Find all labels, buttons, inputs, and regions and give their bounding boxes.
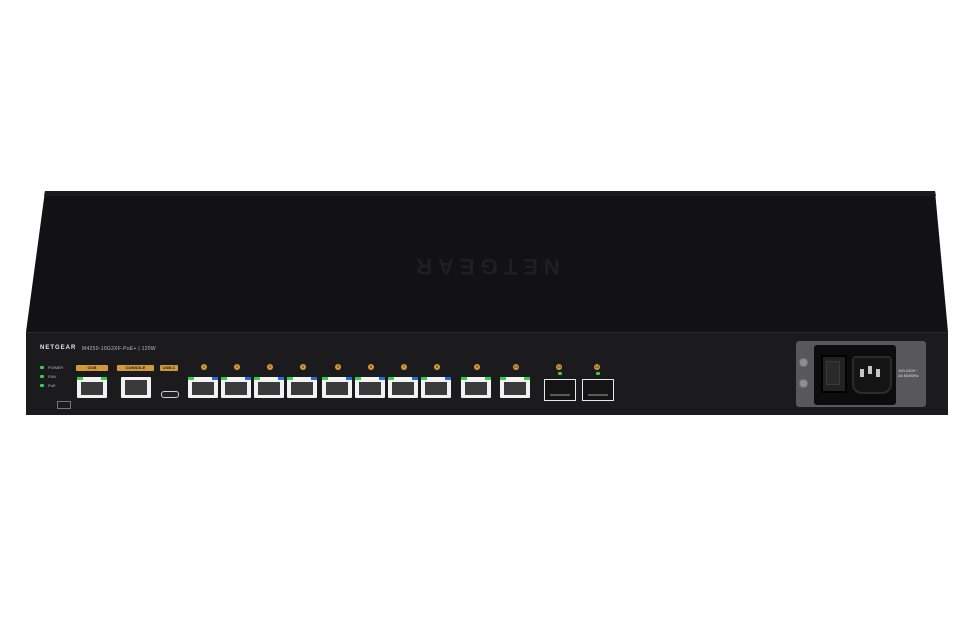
usb-c-port[interactable] <box>161 391 179 398</box>
ethernet-port-2[interactable] <box>221 377 251 398</box>
port-number-2: 2 <box>234 364 240 370</box>
usb-tag: USB-C <box>160 365 178 371</box>
oob-port[interactable] <box>77 377 107 398</box>
power-led <box>40 366 44 369</box>
port-number-3: 3 <box>267 364 273 370</box>
power-rating-label: 100-240V~ 2A 50/60Hz <box>898 368 919 378</box>
fan-led-label: FAN <box>48 374 56 379</box>
switch-top-panel: NETGEAR <box>26 191 948 335</box>
port-number-5: 5 <box>335 364 341 370</box>
ethernet-port-3[interactable] <box>254 377 284 398</box>
fan-led <box>40 375 44 378</box>
sfp-port-11[interactable] <box>544 372 576 401</box>
model-label: M4250-10G2XF-PoE+ | 125W <box>82 346 156 352</box>
port-number-7: 7 <box>401 364 407 370</box>
brand-logo: NETGEAR <box>40 345 77 351</box>
port-number-11: 11 <box>556 364 562 370</box>
port-number-6: 6 <box>368 364 374 370</box>
port-number-10: 10 <box>513 364 519 370</box>
top-embossed-logo: NETGEAR <box>410 254 560 279</box>
iec-power-inlet[interactable] <box>852 356 892 394</box>
screw-icon <box>799 358 808 367</box>
port-number-8: 8 <box>434 364 440 370</box>
power-rocker-icon <box>826 361 840 385</box>
network-switch: NETGEAR NETGEAR M4250-10G2XF-PoE+ | 125W… <box>0 0 977 640</box>
screw-icon <box>799 379 808 388</box>
port-number-9: 9 <box>474 364 480 370</box>
console-tag: CONSOLE <box>117 365 154 371</box>
ethernet-port-10[interactable] <box>500 377 530 398</box>
power-led-label: POWER <box>48 365 64 370</box>
power-rating-line2: 2A 50/60Hz <box>898 373 919 378</box>
sfp-11-led <box>558 372 562 375</box>
ethernet-port-7[interactable] <box>388 377 418 398</box>
inlet-pin-icon <box>860 369 864 377</box>
inlet-pin-icon <box>876 369 880 377</box>
poe-led <box>40 384 44 387</box>
ethernet-port-8[interactable] <box>421 377 451 398</box>
ethernet-port-1[interactable] <box>188 377 218 398</box>
ethernet-port-4[interactable] <box>287 377 317 398</box>
oob-tag: OOB <box>76 365 108 371</box>
port-number-12: 12 <box>594 364 600 370</box>
reset-button[interactable] <box>57 401 71 409</box>
poe-led-label: PoE <box>48 383 56 388</box>
ethernet-port-5[interactable] <box>322 377 352 398</box>
sfp-12-led <box>596 372 600 375</box>
ethernet-port-9[interactable] <box>461 377 491 398</box>
port-number-1: 1 <box>201 364 207 370</box>
inlet-pin-icon <box>868 366 872 374</box>
console-port[interactable] <box>121 377 151 398</box>
ethernet-port-6[interactable] <box>355 377 385 398</box>
sfp-port-12[interactable] <box>582 372 614 401</box>
port-number-4: 4 <box>300 364 306 370</box>
